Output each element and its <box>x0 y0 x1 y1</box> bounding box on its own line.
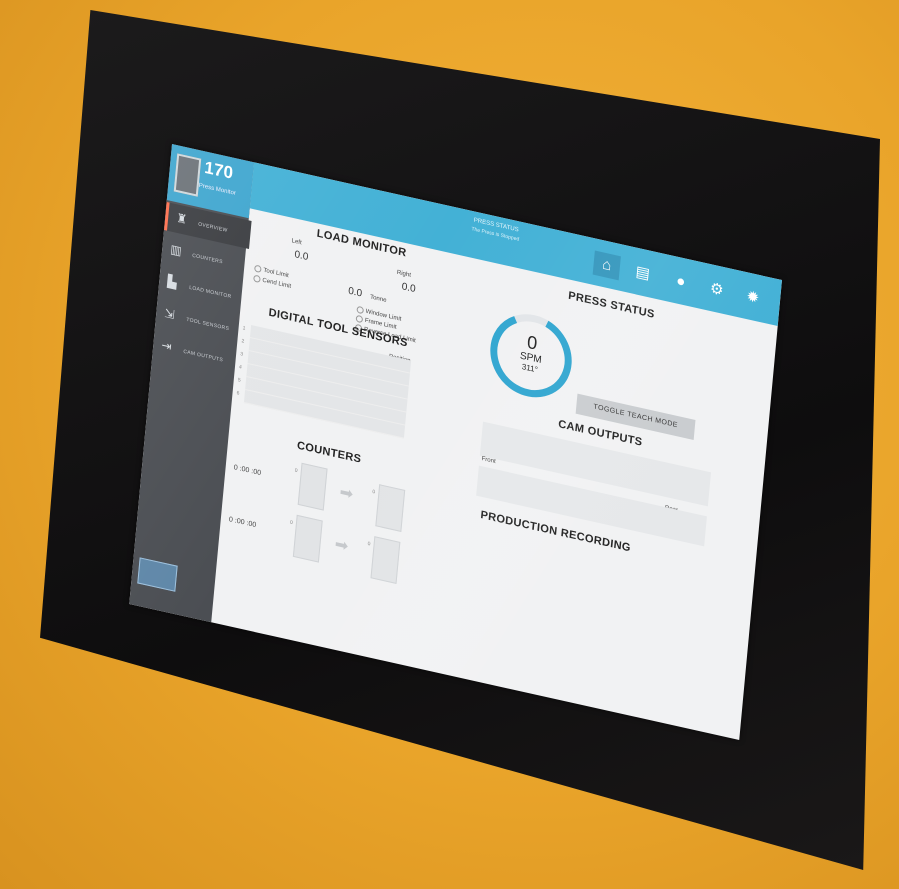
counter-from-label: 0 <box>289 519 293 527</box>
status-indicator[interactable] <box>137 557 178 592</box>
counter-to-box[interactable] <box>375 484 406 532</box>
message-icon[interactable]: ▤ <box>629 259 657 289</box>
total-unit: Tonne <box>369 294 387 305</box>
sidebar-item-label: TOOL SENSORS <box>186 316 230 333</box>
sensor-icon: ⇲ <box>163 305 176 323</box>
sidebar-item-label: CAM OUTPUTS <box>183 348 224 364</box>
counter-to-label: 0 <box>372 488 376 496</box>
counter-from-box[interactable] <box>297 462 328 511</box>
bar-chart-icon: ▙ <box>166 273 178 290</box>
counter-from-label: 0 <box>294 467 298 475</box>
logo-number: 170 <box>203 157 234 183</box>
stop-icon[interactable]: ● <box>667 267 695 297</box>
right-label: Right <box>396 269 412 279</box>
counter-time: 0 :00 :00 <box>228 516 257 530</box>
sidebar-item-label: COUNTERS <box>191 252 223 266</box>
counter-to-box[interactable] <box>370 536 401 584</box>
counter-to-label: 0 <box>367 540 371 548</box>
arrow-right-icon: ➡ <box>334 535 350 556</box>
right-value: 0.0 <box>401 281 417 296</box>
logo-subtitle: Press Monitor <box>198 182 237 197</box>
arrow-right-icon: ➡ <box>338 483 354 504</box>
binoculars-icon: ♜ <box>175 210 188 227</box>
sidebar-item-label: OVERVIEW <box>197 221 228 234</box>
counter-from-box[interactable] <box>292 514 323 563</box>
total-value: 0.0 <box>347 285 363 300</box>
output-icon: ⇥ <box>160 337 173 355</box>
gear-icon[interactable]: ⚙ <box>703 275 731 305</box>
counter-time: 0 :00 :00 <box>233 464 262 478</box>
alert-icon[interactable]: ✹ <box>739 283 767 313</box>
left-value: 0.0 <box>293 248 309 264</box>
home-icon[interactable]: ⌂ <box>592 250 621 281</box>
counter-icon: ▥ <box>169 241 183 259</box>
left-label: Left <box>291 238 302 247</box>
sidebar-item-label: LOAD MONITOR <box>188 284 232 301</box>
counters-title: COUNTERS <box>296 439 362 466</box>
press-logo-icon <box>173 153 202 197</box>
